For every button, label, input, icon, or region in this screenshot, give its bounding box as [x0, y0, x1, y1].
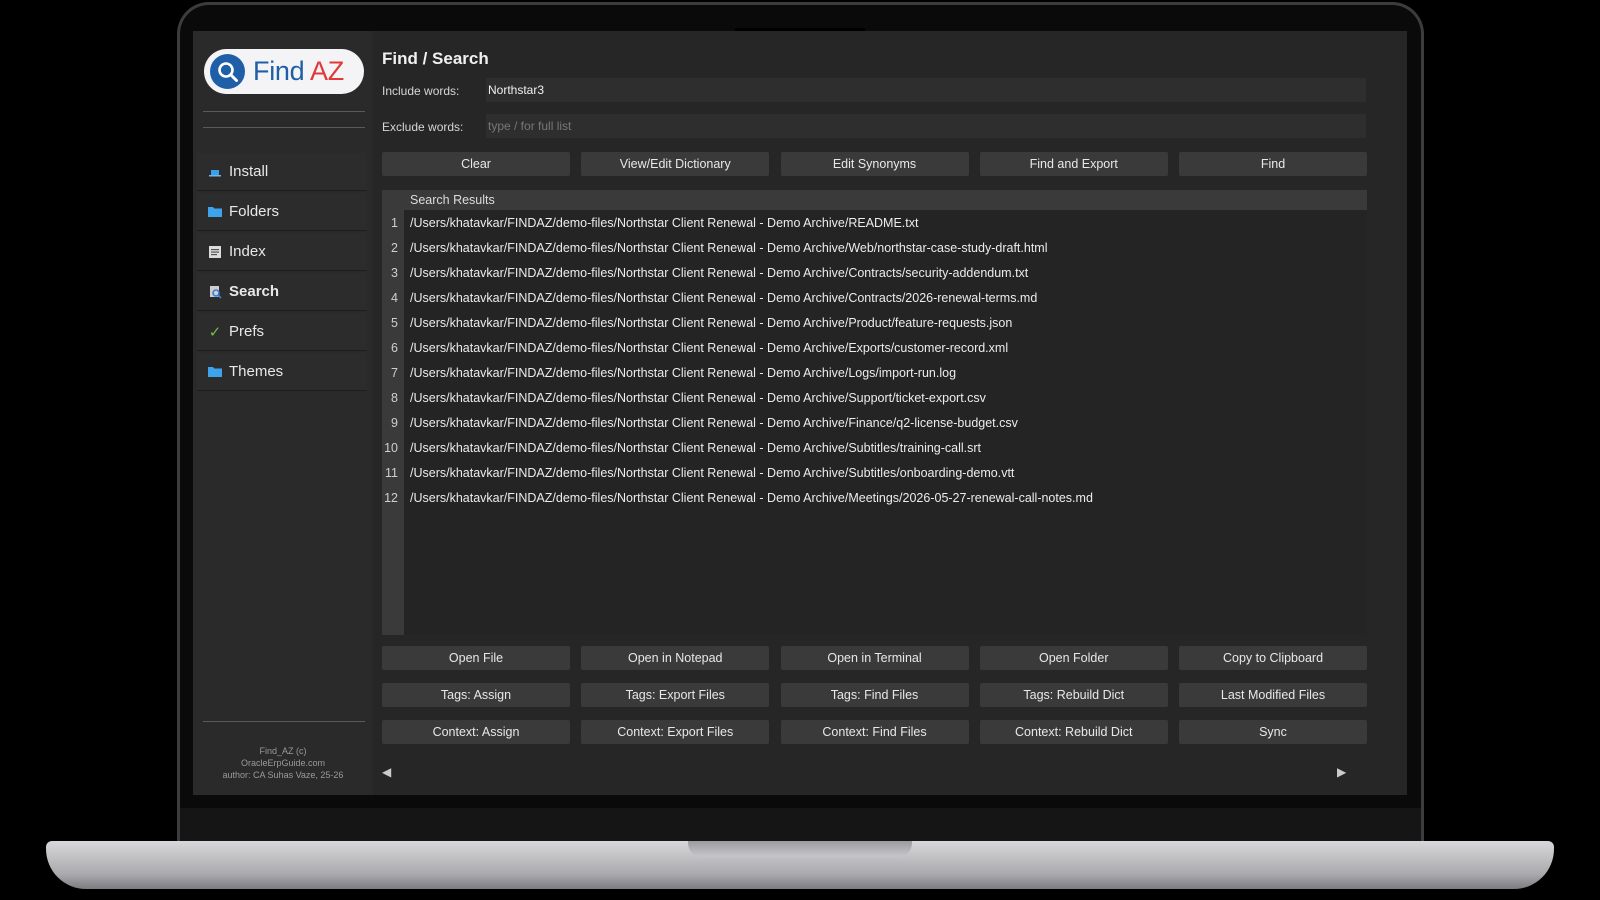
exclude-words-label: Exclude words: [382, 120, 464, 134]
action-row-context: Context: Assign Context: Export Files Co… [382, 720, 1367, 744]
open-in-notepad-button[interactable]: Open in Notepad [581, 646, 770, 670]
edit-synonyms-button[interactable]: Edit Synonyms [780, 152, 969, 176]
laptop-base-notch [688, 841, 912, 857]
tags-assign-button[interactable]: Tags: Assign [382, 683, 570, 707]
laptop-icon [207, 164, 223, 180]
table-row[interactable]: 6/Users/khatavkar/FINDAZ/demo-files/Nort… [382, 335, 1367, 360]
table-row[interactable]: 12/Users/khatavkar/FINDAZ/demo-files/Nor… [382, 485, 1367, 510]
action-row-file: Open File Open in Notepad Open in Termin… [382, 646, 1367, 670]
sidebar-divider [203, 111, 365, 112]
row-number: 6 [391, 340, 398, 355]
table-row[interactable]: 11/Users/khatavkar/FINDAZ/demo-files/Nor… [382, 460, 1367, 485]
table-row[interactable]: 5/Users/khatavkar/FINDAZ/demo-files/Nort… [382, 310, 1367, 335]
row-number: 5 [391, 315, 398, 330]
sync-button[interactable]: Sync [1179, 720, 1367, 744]
open-file-button[interactable]: Open File [382, 646, 570, 670]
exclude-words-input[interactable] [486, 114, 1366, 138]
clear-button[interactable]: Clear [382, 152, 570, 176]
row-number: 10 [384, 440, 398, 455]
tags-export-files-button[interactable]: Tags: Export Files [581, 683, 770, 707]
table-row[interactable]: 8/Users/khatavkar/FINDAZ/demo-files/Nort… [382, 385, 1367, 410]
include-words-input[interactable] [486, 78, 1366, 102]
file-path[interactable]: /Users/khatavkar/FINDAZ/demo-files/North… [404, 341, 1008, 355]
app-window: Find AZ Install Folders Index Search ✓ P… [193, 31, 1407, 795]
file-path[interactable]: /Users/khatavkar/FINDAZ/demo-files/North… [404, 216, 918, 230]
context-rebuild-dict-button[interactable]: Context: Rebuild Dict [979, 720, 1168, 744]
view-edit-dictionary-button[interactable]: View/Edit Dictionary [581, 152, 770, 176]
search-toolbar: Clear View/Edit Dictionary Edit Synonyms… [382, 152, 1367, 176]
sidebar-item-search[interactable]: Search [197, 273, 367, 311]
context-assign-button[interactable]: Context: Assign [382, 720, 570, 744]
table-row[interactable]: 10/Users/khatavkar/FINDAZ/demo-files/Nor… [382, 435, 1367, 460]
include-words-label: Include words: [382, 84, 460, 98]
file-path[interactable]: /Users/khatavkar/FINDAZ/demo-files/North… [404, 366, 956, 380]
open-in-terminal-button[interactable]: Open in Terminal [780, 646, 969, 670]
file-path[interactable]: /Users/khatavkar/FINDAZ/demo-files/North… [404, 491, 1093, 505]
scroll-right-arrow-icon[interactable]: ▶ [1337, 765, 1346, 779]
table-row[interactable]: 4/Users/khatavkar/FINDAZ/demo-files/Nort… [382, 285, 1367, 310]
search-icon [207, 284, 223, 300]
file-path[interactable]: /Users/khatavkar/FINDAZ/demo-files/North… [404, 241, 1047, 255]
index-icon [207, 244, 223, 260]
sidebar-nav: Install Folders Index Search ✓ Prefs The… [193, 153, 373, 393]
file-path[interactable]: /Users/khatavkar/FINDAZ/demo-files/North… [404, 416, 1018, 430]
last-modified-files-button[interactable]: Last Modified Files [1179, 683, 1367, 707]
table-row[interactable]: 3/Users/khatavkar/FINDAZ/demo-files/Nort… [382, 260, 1367, 285]
file-path[interactable]: /Users/khatavkar/FINDAZ/demo-files/North… [404, 466, 1014, 480]
row-number: 2 [391, 240, 398, 255]
context-export-files-button[interactable]: Context: Export Files [581, 720, 770, 744]
find-button[interactable]: Find [1179, 152, 1367, 176]
results-list: 1/Users/khatavkar/FINDAZ/demo-files/Nort… [382, 210, 1367, 510]
app-credits: Find_AZ (c) OracleErpGuide.com author: C… [222, 746, 344, 780]
row-number: 8 [391, 390, 398, 405]
file-path[interactable]: /Users/khatavkar/FINDAZ/demo-files/North… [404, 391, 986, 405]
open-folder-button[interactable]: Open Folder [979, 646, 1168, 670]
row-number: 7 [391, 365, 398, 380]
app-logo: Find AZ [204, 49, 364, 94]
file-path[interactable]: /Users/khatavkar/FINDAZ/demo-files/North… [404, 316, 1012, 330]
laptop-bezel [180, 808, 1421, 844]
file-path[interactable]: /Users/khatavkar/FINDAZ/demo-files/North… [404, 266, 1028, 280]
row-number: 3 [391, 265, 398, 280]
context-find-files-button[interactable]: Context: Find Files [780, 720, 969, 744]
sidebar-item-prefs[interactable]: ✓ Prefs [197, 313, 367, 351]
tags-find-files-button[interactable]: Tags: Find Files [780, 683, 969, 707]
folder-icon [207, 364, 223, 380]
file-path[interactable]: /Users/khatavkar/FINDAZ/demo-files/North… [404, 441, 981, 455]
table-row[interactable]: 7/Users/khatavkar/FINDAZ/demo-files/Nort… [382, 360, 1367, 385]
table-row[interactable]: 2/Users/khatavkar/FINDAZ/demo-files/Nort… [382, 235, 1367, 260]
tags-rebuild-dict-button[interactable]: Tags: Rebuild Dict [979, 683, 1168, 707]
results-header: Search Results [382, 190, 1367, 210]
sidebar-item-folders[interactable]: Folders [197, 193, 367, 231]
copy-to-clipboard-button[interactable]: Copy to Clipboard [1179, 646, 1367, 670]
table-row[interactable]: 9/Users/khatavkar/FINDAZ/demo-files/Nort… [382, 410, 1367, 435]
folder-icon [207, 204, 223, 220]
sidebar-divider [203, 721, 365, 722]
row-number: 12 [384, 490, 398, 505]
sidebar-item-themes[interactable]: Themes [197, 353, 367, 391]
scroll-left-arrow-icon[interactable]: ◀ [382, 765, 391, 779]
row-number: 4 [391, 290, 398, 305]
row-number: 11 [385, 465, 398, 480]
search-results-table[interactable]: Search Results 1/Users/khatavkar/FINDAZ/… [382, 190, 1367, 635]
magnifier-logo-icon [210, 54, 245, 89]
sidebar: Find AZ Install Folders Index Search ✓ P… [193, 31, 373, 795]
table-row[interactable]: 1/Users/khatavkar/FINDAZ/demo-files/Nort… [382, 210, 1367, 235]
sidebar-item-install[interactable]: Install [197, 153, 367, 191]
row-number: 9 [391, 415, 398, 430]
row-number: 1 [391, 215, 398, 230]
file-path[interactable]: /Users/khatavkar/FINDAZ/demo-files/North… [404, 291, 1037, 305]
action-row-tags: Tags: Assign Tags: Export Files Tags: Fi… [382, 683, 1367, 707]
sidebar-divider [203, 127, 365, 128]
page-title: Find / Search [382, 49, 489, 68]
checkmark-icon: ✓ [208, 323, 222, 341]
logo-text: Find AZ [253, 56, 344, 86]
sidebar-item-index[interactable]: Index [197, 233, 367, 271]
find-and-export-button[interactable]: Find and Export [979, 152, 1168, 176]
